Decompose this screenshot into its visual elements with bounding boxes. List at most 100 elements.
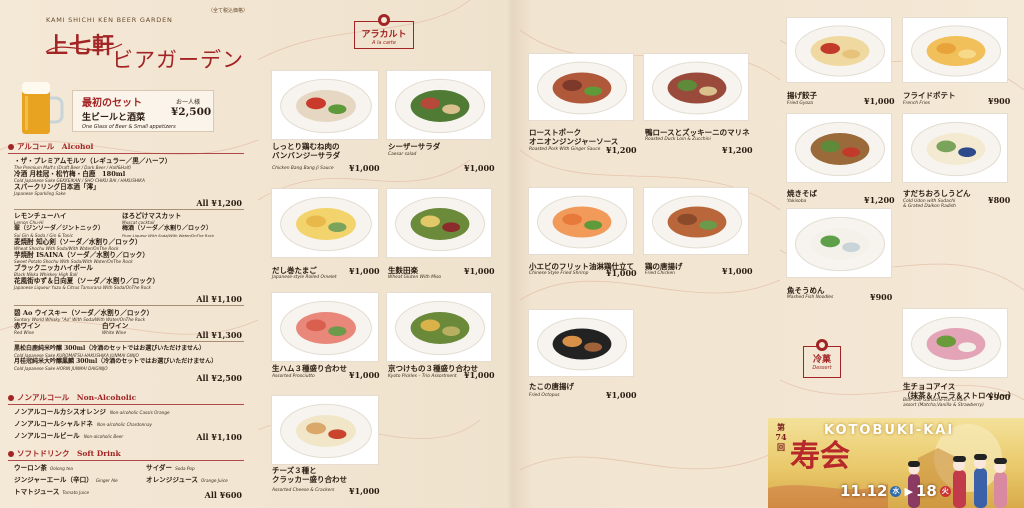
- logo-swoosh: [45, 43, 123, 53]
- date-arrow-icon: ▶: [904, 484, 913, 498]
- menu-item: 翠（ジンソーダ／ジントニック）: [14, 225, 105, 232]
- group-price: All ¥600: [204, 490, 242, 500]
- dish-name: 焼きそば: [787, 189, 817, 198]
- group-price: All ¥2,500: [196, 373, 242, 383]
- section-header-non-alcoholic: ノンアルコール Non-Alcoholic: [8, 392, 136, 403]
- dish-photo-duck-loin: [643, 53, 749, 121]
- menu-item: ノンアルコールカシスオレンジ: [14, 408, 106, 416]
- badge-ornament-icon: [378, 14, 390, 26]
- badge-subtitle: Dessert: [812, 365, 832, 371]
- dish-illustration: [272, 189, 378, 257]
- drink-menu-panel: （全て税込価格） KAMI SHICHI KEN BEER GARDEN 上七軒…: [0, 0, 258, 508]
- tax-note: （全て税込価格）: [208, 8, 249, 14]
- menu-item-english: Red Wine: [14, 330, 35, 335]
- group-price: All ¥1,200: [196, 198, 242, 208]
- menu-item: トマトジュース: [14, 488, 60, 496]
- date-end: 18: [915, 482, 937, 500]
- dish-english: Japanese-style Rolled Omelet: [272, 275, 337, 280]
- menu-item: スパークリング日本酒「澪」: [14, 183, 100, 191]
- section-divider: [8, 153, 244, 154]
- dish-photo-caesar-salad: [386, 70, 492, 140]
- dish-illustration: [903, 114, 1007, 182]
- dish-name: フライドポテト: [903, 91, 956, 100]
- badge-title: アラカルト: [361, 30, 407, 40]
- dish-photo-wheat-gluten-miso: [386, 188, 492, 258]
- dish-photo-rolled-omelet: [271, 188, 379, 258]
- dish-price: ¥1,000: [349, 486, 380, 496]
- menu-item: 梅酒（ソーダ／水割り／ロック）: [122, 225, 213, 232]
- dish-photo-prosciutto: [271, 292, 379, 362]
- first-set-price: ¥2,500: [171, 106, 212, 118]
- group-price: All ¥1,100: [196, 432, 242, 442]
- dish-illustration: [387, 293, 491, 361]
- badge-ornament-icon: [816, 339, 828, 351]
- dish-illustration: [387, 189, 491, 257]
- menu-item: オレンジジュース: [146, 476, 198, 484]
- menu-item-english: Cold Japanese Sake HORIN JUNMAI DAIGINJO: [14, 366, 108, 371]
- dish-english: Roasted Pork With Ginger Sauce: [529, 147, 601, 152]
- dish-photo-french-fries: [902, 17, 1008, 83]
- dish-photo-roast-pork: [528, 53, 634, 121]
- menu-item: ノンアルコールビール: [14, 432, 80, 440]
- logo-beer-garden: ビアガーデン: [112, 48, 244, 72]
- dish-illustration: [529, 54, 633, 120]
- dish-price: ¥1,000: [464, 163, 495, 173]
- menu-item: 白ワイン: [102, 322, 129, 330]
- menu-item: ほろどけマスカット: [122, 212, 182, 220]
- alacarte-badge: アラカルト A la carte: [354, 14, 414, 49]
- section-dot-icon: [8, 143, 14, 150]
- kotobuki-edition: 第74回: [775, 422, 787, 452]
- dish-photo-sudachi-udon: [902, 113, 1008, 183]
- badge-title: 冷菓: [812, 355, 831, 365]
- menu-item: サイダー: [146, 464, 173, 472]
- section-dot-icon: [8, 394, 14, 401]
- first-set-name: 生ビールと酒菜: [82, 113, 146, 123]
- dish-photo-fish-noodles: [786, 208, 892, 278]
- menu-item: ウーロン茶: [14, 464, 47, 472]
- dish-price: ¥1,200: [722, 145, 753, 155]
- dish-name: シーザーサラダ: [388, 142, 441, 151]
- dish-price: ¥800: [988, 195, 1011, 205]
- dish-illustration: [387, 71, 491, 139]
- dish-name: チーズ３種と クラッカー盛り合わせ: [272, 466, 347, 484]
- dish-price: ¥1,000: [606, 268, 637, 278]
- dish-price: ¥1,000: [349, 266, 380, 276]
- menu-item-english: Japanese Liqueur Yuzu & Citrus Tamurana …: [14, 285, 151, 290]
- menu-item-english: Orange Juice: [200, 478, 228, 483]
- dish-name: 生ハム３種盛り合わせ: [272, 364, 347, 373]
- group-divider: [14, 341, 244, 342]
- group-divider: [14, 305, 244, 306]
- kotobuki-kanji: 寿会: [790, 439, 850, 474]
- dish-english: Assorted Cheese & Crackers: [272, 488, 335, 493]
- menu-item: ジンジャーエール（辛口）: [14, 476, 93, 484]
- dish-illustration: [529, 310, 633, 376]
- dish-price: ¥1,000: [722, 266, 753, 276]
- menu-item: 月桂冠純米大吟醸鳳麟 300ml（冷酒のセットではお選びいただけません）: [14, 358, 218, 365]
- dish-illustration: [529, 188, 633, 254]
- dish-english: Mashed Fish Noodles: [787, 295, 834, 300]
- dish-photo-bang-bang-ji-salad: [271, 70, 379, 140]
- menu-item: ノンアルコールシャルドネ: [14, 420, 93, 428]
- dish-english: Kyoto Pickles – Trio Assortment: [388, 374, 457, 379]
- dish-english: Cold Udon with Sudachi & Grated Daikon R…: [903, 199, 956, 209]
- section-dot-icon: [8, 450, 14, 457]
- menu-item: ブラックニッカハイボール: [14, 264, 93, 272]
- dish-price: ¥1,000: [864, 96, 895, 106]
- dish-illustration: [272, 71, 378, 139]
- section-divider: [8, 404, 244, 405]
- alcohol-group-2: レモンチューハイ Lemon Chu-Hi ほろどけマスカット Muscat coc…: [14, 212, 244, 290]
- dish-english: Roasted Duck Loin & Zucchini: [645, 137, 711, 142]
- menu-item: 芋焼酎 ISAINA（ソーダ／水割り／ロック）: [14, 251, 149, 259]
- dish-english: Assorted Prosciutto: [272, 374, 315, 379]
- dish-price: ¥900: [870, 292, 893, 302]
- dish-english: Chinese Style Fried Shrimp: [529, 271, 589, 276]
- brand-name: KAMI SHICHI KEN BEER GARDEN: [46, 16, 173, 24]
- menu-item-english: Ginger Ale: [95, 478, 118, 483]
- dish-name: だし巻たまご: [272, 266, 317, 275]
- dish-photo-yakisoba: [786, 113, 892, 183]
- section-divider: [8, 460, 244, 461]
- dish-illustration: [272, 396, 378, 464]
- dish-price: ¥900: [988, 96, 1011, 106]
- dish-english: Wheat Gluten With Miso: [388, 275, 442, 280]
- dish-photo-fried-octopus: [528, 309, 634, 377]
